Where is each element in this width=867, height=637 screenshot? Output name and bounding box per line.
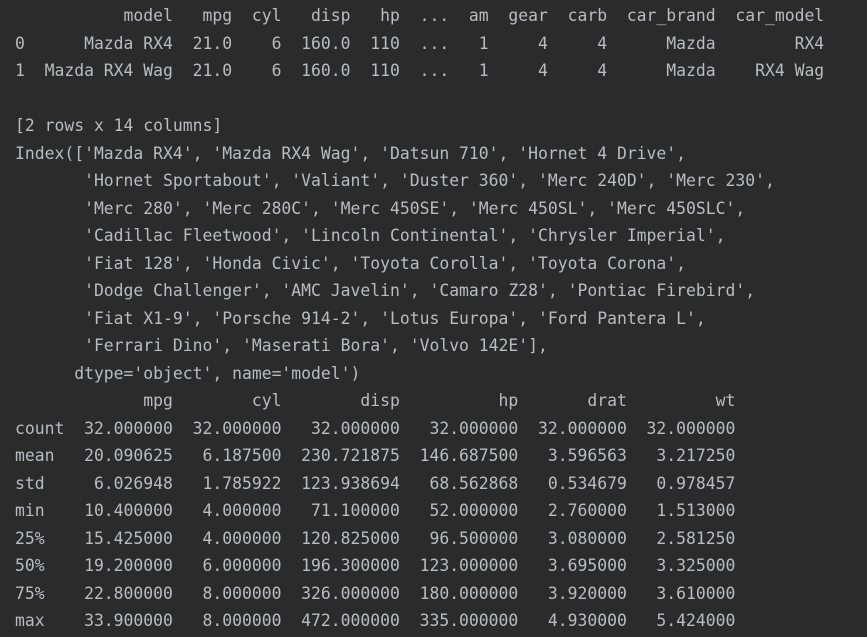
console-output[interactable]: model mpg cyl disp hp ... am gear carb c… xyxy=(0,0,867,637)
describe-row-std: std 6.026948 1.785922 123.938694 68.5628… xyxy=(15,473,736,493)
describe-row-75pct: 75% 22.800000 8.000000 326.000000 180.00… xyxy=(15,583,736,603)
df-head-header-line: model mpg cyl disp hp ... am gear carb c… xyxy=(15,6,825,25)
shape-summary-line: [2 rows x 14 columns] xyxy=(15,116,223,135)
index-line-3: 'Merc 280', 'Merc 280C', 'Merc 450SE', '… xyxy=(15,198,746,218)
index-line-7: 'Fiat X1-9', 'Porsche 914-2', 'Lotus Eur… xyxy=(15,308,706,328)
describe-row-25pct: 25% 15.425000 4.000000 120.825000 96.500… xyxy=(15,528,736,548)
index-line-4: 'Cadillac Fleetwood', 'Lincoln Continent… xyxy=(15,226,726,245)
describe-row-50pct: 50% 19.200000 6.000000 196.300000 123.00… xyxy=(15,556,736,575)
describe-row-count: count 32.000000 32.000000 32.000000 32.0… xyxy=(15,418,736,438)
index-line-2: 'Hornet Sportabout', 'Valiant', 'Duster … xyxy=(15,171,775,190)
describe-row-max: max 33.900000 8.000000 472.000000 335.00… xyxy=(15,611,736,630)
df-head-row-0: 0 Mazda RX4 21.0 6 160.0 110 ... 1 4 4 M… xyxy=(15,33,825,53)
index-dtype-line: dtype='object', name='model') xyxy=(15,363,361,383)
describe-header-line: mpg cyl disp hp drat wt xyxy=(15,391,736,410)
describe-row-min: min 10.400000 4.000000 71.100000 52.0000… xyxy=(15,501,736,520)
index-line-6: 'Dodge Challenger', 'AMC Javelin', 'Cama… xyxy=(15,281,756,300)
index-line-5: 'Fiat 128', 'Honda Civic', 'Toyota Corol… xyxy=(15,253,687,273)
index-line-8: 'Ferrari Dino', 'Maserati Bora', 'Volvo … xyxy=(15,336,548,355)
index-line-1: Index(['Mazda RX4', 'Mazda RX4 Wag', 'Da… xyxy=(15,143,687,163)
df-head-row-1: 1 Mazda RX4 Wag 21.0 6 160.0 110 ... 1 4… xyxy=(15,61,825,80)
describe-row-mean: mean 20.090625 6.187500 230.721875 146.6… xyxy=(15,446,736,465)
